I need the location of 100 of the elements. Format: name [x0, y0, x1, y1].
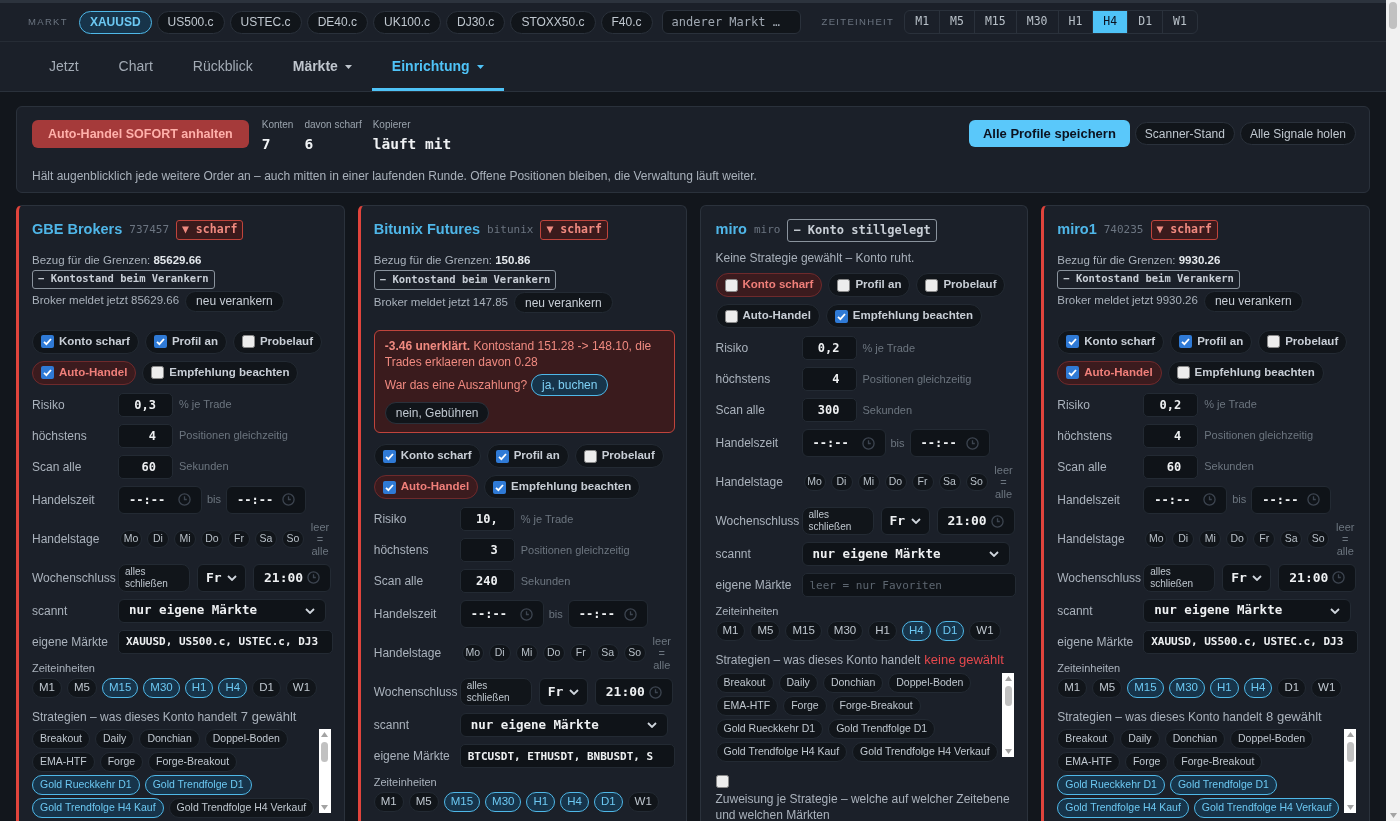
time-field[interactable]: 21:00	[936, 507, 1015, 535]
checkbox[interactable]	[1267, 335, 1281, 348]
checkbox[interactable]	[153, 335, 167, 348]
strategy-chip[interactable]: Gold Trendfolge H4 Verkauf	[852, 741, 998, 762]
toggle-option[interactable]: Konto scharf	[373, 444, 481, 468]
toggle-option[interactable]: Probelauf	[232, 329, 322, 354]
strategy-chip[interactable]: Forge-Breakout	[1173, 752, 1263, 772]
scan-mode-select[interactable]: nur eigene Märkte	[801, 542, 1010, 566]
save-profiles-button[interactable]: Alle Profile speichern	[968, 120, 1130, 147]
scan-mode-select[interactable]: nur eigene Märkte	[1143, 598, 1352, 623]
strategy-chip[interactable]: EMA-HTF	[715, 695, 779, 716]
timeframe-chip[interactable]: M5	[67, 677, 97, 698]
day-chip[interactable]: Sa	[596, 644, 619, 662]
alert-button[interactable]: nein, Gebühren	[384, 402, 490, 424]
toggle-option[interactable]: Empfehlung beachten	[1167, 360, 1324, 385]
number-field[interactable]: 60	[118, 454, 173, 479]
strategy-chip[interactable]: Doppel-Boden	[1230, 729, 1314, 749]
timeframe-chip[interactable]: H4	[218, 677, 248, 698]
timeframe-button[interactable]: D1	[1127, 11, 1163, 33]
day-chip[interactable]: Mo	[803, 473, 826, 491]
toggle-option[interactable]: Auto-Handel	[1057, 360, 1162, 385]
timeframe-chip[interactable]: M15	[1127, 677, 1164, 698]
timeframe-chip[interactable]: H1	[1209, 677, 1239, 698]
nav-tab[interactable]: Jetzt	[29, 42, 99, 91]
day-chip[interactable]: Sa	[255, 529, 277, 548]
timeframe-chip[interactable]: M30	[1168, 677, 1205, 698]
timeframe-chip[interactable]: M30	[485, 792, 522, 812]
timeframe-chip[interactable]: D1	[593, 792, 623, 812]
number-field[interactable]: 4	[1143, 423, 1199, 448]
toggle-option[interactable]: Auto-Handel	[715, 304, 820, 328]
reanchor-button[interactable]: neu verankern	[1203, 290, 1303, 312]
time-field[interactable]: --:--	[226, 485, 307, 514]
strategy-chip[interactable]: Donchian	[139, 729, 200, 749]
scroll-thumb[interactable]	[1346, 742, 1354, 762]
timeframe-chip[interactable]: W1	[627, 792, 659, 812]
close-all-button[interactable]: alles schließen	[459, 678, 532, 706]
timeframe-chip[interactable]: W1	[969, 621, 1001, 641]
strategy-chip[interactable]: Forge	[1124, 752, 1169, 772]
strategy-chip[interactable]: Gold Trendfolge H4 Kauf	[715, 741, 848, 762]
strategy-chip[interactable]: Gold Trendfolge H4 Verkauf	[168, 798, 315, 818]
timeframe-chip[interactable]: M15	[101, 677, 139, 698]
day-chip[interactable]: Do	[542, 644, 565, 662]
checkbox[interactable]	[41, 366, 54, 379]
checkbox[interactable]	[41, 335, 54, 348]
nav-tab[interactable]: Rückblick	[172, 42, 273, 91]
checkbox[interactable]	[382, 449, 396, 463]
checkbox[interactable]	[834, 309, 848, 323]
number-field[interactable]: 4	[118, 423, 173, 448]
day-chip[interactable]: Fr	[228, 529, 250, 548]
toggle-option[interactable]: Profil an	[1170, 329, 1253, 354]
market-chip[interactable]: F40.c	[600, 10, 653, 34]
day-chip[interactable]: So	[1307, 529, 1330, 548]
number-field[interactable]: 0,3	[118, 392, 173, 417]
strategy-chip[interactable]: Breakout	[715, 672, 774, 693]
timeframe-button[interactable]: W1	[1162, 11, 1197, 33]
close-all-button[interactable]: alles schließen	[1143, 563, 1216, 592]
strategy-chip[interactable]: Breakout	[1057, 729, 1116, 749]
strategy-chip[interactable]: EMA-HTF	[1057, 752, 1120, 772]
checkbox[interactable]	[1066, 335, 1080, 348]
strategy-chip[interactable]: Gold Trendfolge H4 Verkauf	[1193, 798, 1340, 818]
timeframe-chip[interactable]: H1	[868, 621, 897, 641]
toggle-option[interactable]: Probelauf	[916, 273, 1006, 297]
strategy-chip[interactable]: Gold Rueckkehr D1	[715, 718, 824, 739]
checkbox[interactable]	[724, 309, 738, 323]
market-chip[interactable]: DJ30.c	[446, 10, 506, 34]
time-field[interactable]: 21:00	[594, 678, 673, 706]
strategy-chip[interactable]: Gold Rueckkehr D1	[1057, 775, 1165, 795]
market-chip[interactable]: DE40.c	[306, 10, 368, 34]
strategy-chip[interactable]: Doppel-Boden	[204, 729, 288, 749]
day-chip[interactable]: Mi	[1199, 529, 1222, 548]
timeframe-button[interactable]: M15	[973, 11, 1016, 33]
timeframe-chip[interactable]: M30	[826, 621, 864, 641]
scan-mode-select[interactable]: nur eigene Märkte	[118, 598, 326, 623]
markets-field[interactable]: leer = nur Favoriten	[801, 573, 1017, 597]
timeframe-chip[interactable]: M5	[750, 621, 781, 641]
number-field[interactable]: 10,	[459, 507, 515, 531]
scan-mode-select[interactable]: nur eigene Märkte	[459, 713, 668, 737]
nav-tab[interactable]: Einrichtung	[371, 42, 504, 91]
day-select[interactable]: Fr	[1222, 563, 1272, 592]
reanchor-button[interactable]: neu verankern	[185, 290, 284, 312]
strategy-chip[interactable]: Daily	[1120, 729, 1160, 749]
toggle-option[interactable]: Auto-Handel	[373, 475, 479, 499]
time-field[interactable]: --:--	[801, 429, 886, 457]
strategy-chip[interactable]: EMA-HTF	[32, 752, 95, 772]
action-button[interactable]: Alle Signale holen	[1239, 122, 1356, 145]
timeframe-button[interactable]: M1	[905, 11, 940, 33]
day-select[interactable]: Fr	[197, 563, 246, 592]
timeframe-chip[interactable]: M30	[143, 677, 180, 698]
timeframe-chip[interactable]: M5	[1092, 677, 1123, 698]
markets-field[interactable]: BTCUSDT, ETHUSDT, BNBUSDT, S	[459, 744, 675, 768]
time-field[interactable]: 21:00	[253, 563, 331, 592]
timeframe-chip[interactable]: M1	[1057, 677, 1088, 698]
day-chip[interactable]: So	[965, 473, 988, 491]
time-field[interactable]: --:--	[567, 600, 648, 628]
nav-tab[interactable]: Chart	[98, 42, 173, 91]
market-chip[interactable]: XAUUSD	[78, 10, 152, 34]
checkbox[interactable]	[1176, 366, 1190, 379]
number-field[interactable]: 60	[1143, 454, 1199, 479]
checkbox[interactable]	[382, 480, 396, 494]
time-field[interactable]: --:--	[1143, 485, 1228, 514]
